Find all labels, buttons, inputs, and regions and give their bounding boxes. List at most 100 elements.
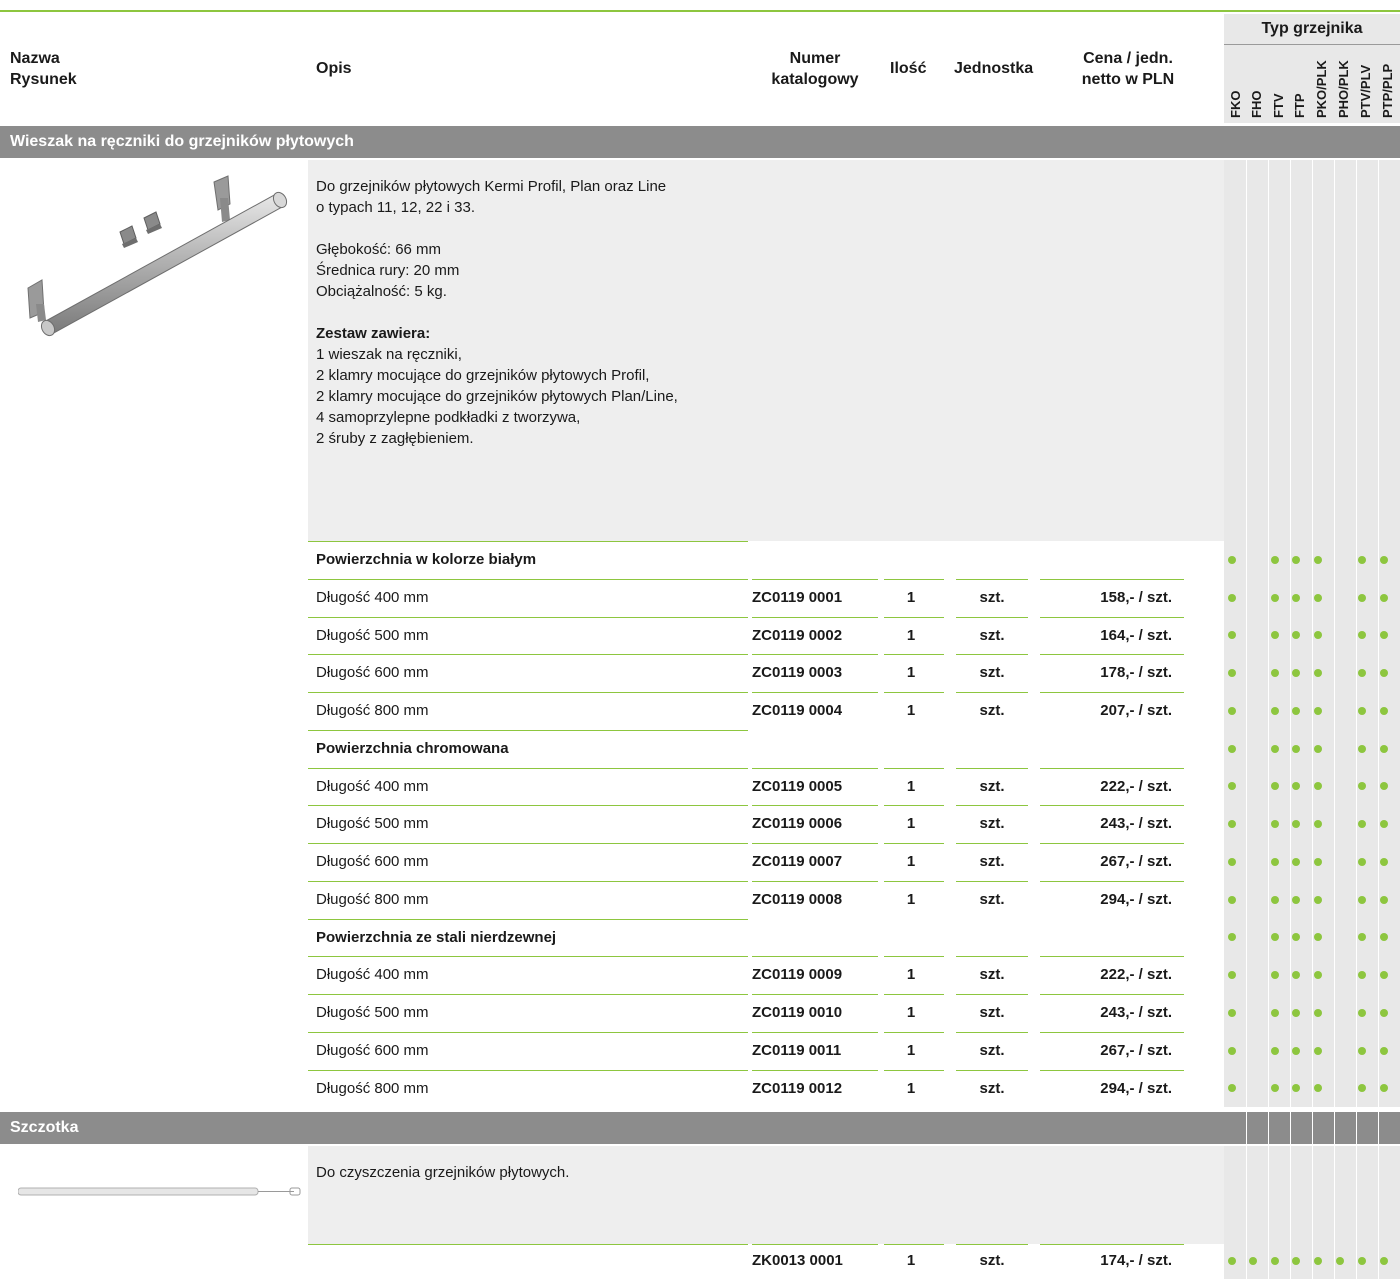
row-1-2-compat-dot-8	[1380, 857, 1388, 866]
row-separator	[308, 843, 748, 844]
row-0-3-compat-dot-7	[1358, 706, 1366, 715]
row-separator	[752, 692, 878, 693]
unit: szt.	[979, 1041, 1005, 1059]
row-1-3-compat-dot-4	[1292, 895, 1300, 904]
row-1-2-compat-dot-1	[1228, 857, 1236, 866]
catalog-number: ZC0119 0011	[752, 1041, 842, 1059]
row-separator	[956, 805, 1028, 807]
group-title: Powierzchnia chromowana	[316, 739, 509, 757]
unit: szt.	[979, 890, 1005, 908]
set-contents-line: 2 klamry mocujące do grzejników płytowyc…	[316, 367, 650, 384]
row-1-2-compat-dot-7	[1358, 857, 1366, 866]
row-separator	[1040, 956, 1184, 958]
typ-column-5: PKO/PLK	[1314, 60, 1329, 118]
unit-price: 267,- / szt.	[1100, 853, 1172, 870]
brush-compat-dot-2	[1249, 1257, 1257, 1265]
row-description: Długość 400 mm	[316, 777, 429, 795]
group-title: Powierzchnia ze stali nierdzewnej	[316, 928, 557, 946]
unit-price: 243,- / szt.	[1100, 815, 1172, 833]
row-separator	[884, 994, 944, 995]
row-separator	[884, 616, 944, 618]
catalog-number: ZC0119 0001	[752, 588, 843, 606]
header-ilosc: Ilość	[890, 60, 927, 77]
row-2-2-compat-dot-1	[1228, 1046, 1236, 1055]
row-0-3-compat-dot-3	[1271, 706, 1279, 715]
catalog-number: ZC0119 0003	[752, 664, 843, 682]
quantity: 1	[906, 664, 916, 682]
row-separator	[308, 1031, 748, 1033]
unit: szt.	[979, 588, 1005, 606]
group-0-compat-dot-7	[1358, 555, 1366, 564]
quantity: 1	[906, 966, 916, 984]
typ-column-7: PTV/PLV	[1358, 64, 1373, 118]
row-0-0-compat-dot-3	[1271, 593, 1279, 602]
row-separator	[956, 692, 1028, 693]
unit: szt.	[979, 1079, 1005, 1097]
group-1-compat-dot-7	[1358, 744, 1366, 753]
row-separator	[956, 843, 1028, 844]
typ-grzejnika-title: Typ grzejnika	[1261, 20, 1363, 37]
unit: szt.	[979, 777, 1005, 795]
unit-price: 158,- / szt.	[1100, 588, 1172, 606]
row-2-2-compat-dot-3	[1271, 1046, 1279, 1055]
set-contents-line: 2 śruby z zagłębieniem.	[316, 430, 474, 447]
row-separator	[1040, 654, 1184, 656]
unit: szt.	[979, 815, 1005, 833]
row-separator	[956, 880, 1028, 882]
quantity: 1	[906, 890, 916, 908]
quantity: 1	[906, 777, 916, 795]
typ-column-8: PTP/PLP	[1380, 63, 1395, 118]
unit: szt.	[979, 1004, 1005, 1021]
typ-column-separator	[1378, 160, 1379, 1279]
brush-compat-dot-8	[1380, 1257, 1388, 1265]
row-description: Długość 500 mm	[316, 626, 429, 644]
row-separator	[752, 1069, 878, 1071]
section-title-towel-rail: Wieszak na ręczniki do grzejników płytow…	[10, 133, 354, 150]
row-separator	[308, 1244, 748, 1245]
row-separator	[308, 767, 748, 769]
row-separator	[752, 654, 878, 656]
row-separator	[308, 918, 748, 920]
row-separator	[308, 1069, 748, 1071]
typ-column-separator	[1356, 160, 1357, 1279]
description-line	[316, 218, 1196, 239]
description-line: Do grzejników płytowych Kermi Profil, Pl…	[316, 178, 667, 195]
description-text: Do grzejników płytowych Kermi Profil, Pl…	[316, 176, 1196, 449]
section-bar-brush	[0, 1112, 1400, 1144]
catalog-number: ZC0119 0007	[752, 853, 843, 870]
header-cena: Cena / jedn. netto w PLN	[1060, 48, 1196, 90]
group-1-compat-dot-1	[1228, 744, 1236, 753]
row-separator	[884, 767, 944, 769]
row-separator	[956, 767, 1028, 769]
row-2-1-compat-dot-5	[1314, 1008, 1322, 1017]
row-separator	[752, 578, 878, 580]
row-separator	[1040, 1244, 1184, 1245]
header-nazwa: Nazwa Rysunek	[10, 48, 77, 90]
row-separator	[1040, 805, 1184, 807]
row-separator	[752, 956, 878, 958]
unit-price: 222,- / szt.	[1100, 777, 1172, 795]
row-separator	[308, 880, 748, 882]
catalog-number: ZC0119 0012	[752, 1079, 843, 1097]
row-separator	[752, 1031, 878, 1033]
brush-image	[18, 1187, 301, 1196]
group-title: Powierzchnia w kolorze białym	[316, 551, 537, 568]
catalog-number: ZC0119 0002	[752, 626, 843, 644]
header-cena-line2: netto w PLN	[1081, 71, 1175, 88]
quantity: 1	[906, 853, 916, 870]
quantity: 1	[906, 1041, 916, 1059]
row-separator	[1040, 616, 1184, 618]
brush-compat-dot-4	[1292, 1257, 1300, 1265]
row-1-2-compat-dot-4	[1292, 857, 1300, 866]
row-0-3-compat-dot-5	[1314, 706, 1322, 715]
row-separator	[1040, 994, 1184, 995]
row-description: Długość 500 mm	[316, 1004, 429, 1021]
description-line: o typach 11, 12, 22 i 33.	[316, 199, 476, 216]
row-separator	[752, 767, 878, 769]
catalog-number: ZC0119 0004	[752, 702, 843, 719]
unit-price: 294,- / szt.	[1100, 890, 1172, 908]
set-contents-line: 1 wieszak na ręczniki,	[316, 346, 462, 363]
row-separator	[884, 805, 944, 807]
row-separator	[1040, 1069, 1184, 1071]
row-1-3-compat-dot-1	[1228, 895, 1236, 904]
